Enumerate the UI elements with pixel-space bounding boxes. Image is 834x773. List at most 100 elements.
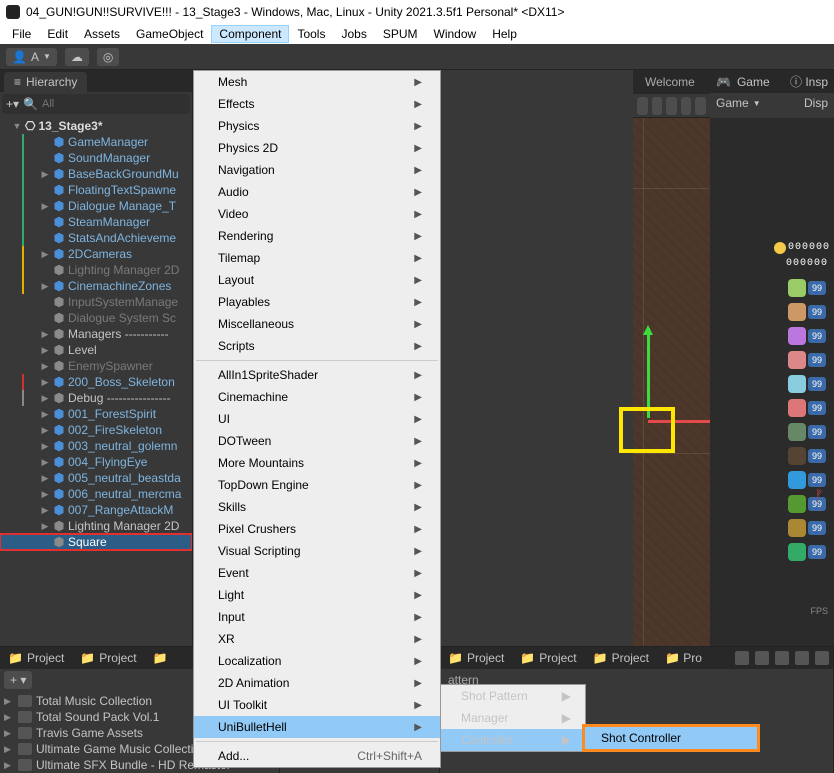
expand-arrow-icon[interactable]: ▶ — [40, 249, 50, 260]
filter-icon[interactable] — [815, 651, 829, 665]
hierarchy-row[interactable]: GameManager — [0, 134, 192, 150]
component-menu-item[interactable]: Layout▶ — [194, 269, 440, 291]
menu-file[interactable]: File — [4, 25, 39, 43]
hierarchy-row[interactable]: Dialogue System Sc — [0, 310, 192, 326]
expand-arrow-icon[interactable]: ▶ — [40, 457, 50, 468]
menu-gameobject[interactable]: GameObject — [128, 25, 211, 43]
hierarchy-row[interactable]: Square — [0, 534, 192, 550]
expand-arrow-icon[interactable]: ▶ — [40, 329, 50, 340]
component-menu-item[interactable]: UI Toolkit▶ — [194, 694, 440, 716]
component-menu-item[interactable]: Effects▶ — [194, 93, 440, 115]
cloud-button[interactable]: ☁ — [65, 48, 89, 66]
component-menu-item[interactable]: Cinemachine▶ — [194, 386, 440, 408]
selection-outline[interactable] — [619, 407, 675, 453]
tool-shaded[interactable] — [637, 97, 648, 115]
component-menu-item[interactable]: Input▶ — [194, 606, 440, 628]
expand-arrow-icon[interactable]: ▶ — [40, 201, 50, 212]
account-button[interactable]: 👤 A ▼ — [6, 48, 57, 66]
component-menu-item[interactable]: Skills▶ — [194, 496, 440, 518]
hierarchy-row[interactable]: ▶006_neutral_mercma — [0, 486, 192, 502]
plus-icon[interactable]: +▾ — [6, 97, 19, 111]
component-menu-item[interactable]: UI▶ — [194, 408, 440, 430]
component-menu-item[interactable]: AllIn1SpriteShader▶ — [194, 364, 440, 386]
tab-welcome[interactable]: Welcome — [639, 73, 701, 91]
tab-hierarchy[interactable]: ≡ Hierarchy — [4, 72, 87, 92]
menu-edit[interactable]: Edit — [39, 25, 76, 43]
tool-light[interactable] — [666, 97, 677, 115]
hierarchy-row[interactable]: InputSystemManage — [0, 294, 192, 310]
component-menu-item[interactable]: Rendering▶ — [194, 225, 440, 247]
expand-arrow-icon[interactable]: ▶ — [40, 521, 50, 532]
hierarchy-row[interactable]: ▶004_FlyingEye — [0, 454, 192, 470]
hierarchy-row[interactable]: ▶CinemachineZones — [0, 278, 192, 294]
expand-arrow-icon[interactable]: ▶ — [40, 441, 50, 452]
submenu-shot-pattern[interactable]: Shot Pattern▶ — [441, 685, 585, 707]
submenu-manager[interactable]: Manager▶ — [441, 707, 585, 729]
submenu-unibullethell[interactable]: Shot Pattern▶ Manager▶ Controller▶ — [440, 684, 586, 752]
expand-arrow-icon[interactable]: ▶ — [40, 489, 50, 500]
hierarchy-search[interactable]: +▾ 🔍 — [2, 94, 190, 114]
hierarchy-row[interactable]: Lighting Manager 2D — [0, 262, 192, 278]
component-menu-item[interactable]: Physics▶ — [194, 115, 440, 137]
hierarchy-row[interactable]: FloatingTextSpawne — [0, 182, 192, 198]
hierarchy-row[interactable]: ▶005_neutral_beastda — [0, 470, 192, 486]
component-menu-item[interactable]: Tilemap▶ — [194, 247, 440, 269]
menu-component[interactable]: Component — [211, 25, 289, 43]
tab-project-5[interactable]: 📁 Project — [440, 648, 512, 668]
component-menu-item[interactable]: Scripts▶ — [194, 335, 440, 357]
tab-inspector[interactable]: ⓘ Insp — [790, 73, 828, 90]
component-menu-item[interactable]: UniBulletHell▶ — [194, 716, 440, 738]
star-icon[interactable] — [795, 651, 809, 665]
component-menu-item[interactable]: Pixel Crushers▶ — [194, 518, 440, 540]
expand-arrow-icon[interactable]: ▶ — [40, 425, 50, 436]
component-menu-item[interactable]: Video▶ — [194, 203, 440, 225]
component-menu-item[interactable]: Miscellaneous▶ — [194, 313, 440, 335]
component-menu-item[interactable]: Playables▶ — [194, 291, 440, 313]
expand-arrow-icon[interactable]: ▶ — [40, 281, 50, 292]
display-label[interactable]: Disp — [804, 96, 828, 110]
hierarchy-row[interactable]: ▶200_Boss_Skeleton — [0, 374, 192, 390]
expand-arrow-icon[interactable]: ▶ — [40, 505, 50, 516]
tab-project-8[interactable]: 📁 Pro — [657, 648, 710, 668]
tab-project-1[interactable]: 📁 Project — [0, 648, 72, 668]
tab-project-2[interactable]: 📁 Project — [72, 648, 144, 668]
component-menu-item[interactable]: Localization▶ — [194, 650, 440, 672]
component-menu-item[interactable]: XR▶ — [194, 628, 440, 650]
submenu-controller[interactable]: Controller▶ — [441, 729, 585, 751]
expand-arrow-icon[interactable]: ▶ — [40, 377, 50, 388]
hierarchy-row[interactable]: SoundManager — [0, 150, 192, 166]
component-menu-item[interactable]: Physics 2D▶ — [194, 137, 440, 159]
hierarchy-row[interactable]: ▶Dialogue Manage_T — [0, 198, 192, 214]
hierarchy-row[interactable]: ▶002_FireSkeleton — [0, 422, 192, 438]
expand-arrow-icon[interactable]: ▶ — [40, 361, 50, 372]
hierarchy-row[interactable]: ▶Lighting Manager 2D — [0, 518, 192, 534]
services-button[interactable]: ◎ — [97, 48, 119, 66]
component-menu-item[interactable]: More Mountains▶ — [194, 452, 440, 474]
expand-arrow-icon[interactable]: ▶ — [40, 473, 50, 484]
menu-assets[interactable]: Assets — [76, 25, 128, 43]
menu-help[interactable]: Help — [484, 25, 525, 43]
menu-window[interactable]: Window — [426, 25, 485, 43]
tab-project-6[interactable]: 📁 Project — [512, 648, 584, 668]
hierarchy-row[interactable]: ▶BaseBackGroundMu — [0, 166, 192, 182]
component-menu-item[interactable]: 2D Animation▶ — [194, 672, 440, 694]
gizmo-y-axis[interactable] — [647, 328, 650, 418]
expand-arrow-icon[interactable]: ▶ — [40, 409, 50, 420]
hierarchy-tree[interactable]: ▼ ⎔ 13_Stage3* GameManagerSoundManager▶B… — [0, 116, 192, 646]
hierarchy-row[interactable]: ▶001_ForestSpirit — [0, 406, 192, 422]
hierarchy-row[interactable]: ▶2DCameras — [0, 246, 192, 262]
submenu-shot-controller[interactable]: Shot Controller — [585, 727, 757, 749]
hierarchy-row[interactable]: SteamManager — [0, 214, 192, 230]
tab-project-7[interactable]: 📁 Project — [585, 648, 657, 668]
tool-fx[interactable] — [695, 97, 706, 115]
component-menu-item[interactable]: Light▶ — [194, 584, 440, 606]
expand-arrow-icon[interactable]: ▼ — [12, 121, 22, 131]
component-menu-item[interactable]: Event▶ — [194, 562, 440, 584]
component-dropdown[interactable]: Mesh▶Effects▶Physics▶Physics 2D▶Navigati… — [193, 70, 441, 768]
tab-project-3[interactable]: 📁 — [145, 648, 176, 668]
tool-audio[interactable] — [681, 97, 692, 115]
menu-jobs[interactable]: Jobs — [333, 25, 374, 43]
tool-2d[interactable] — [652, 97, 663, 115]
scene-row[interactable]: ▼ ⎔ 13_Stage3* — [0, 118, 192, 134]
hierarchy-row[interactable]: ▶Debug ---------------- — [0, 390, 192, 406]
